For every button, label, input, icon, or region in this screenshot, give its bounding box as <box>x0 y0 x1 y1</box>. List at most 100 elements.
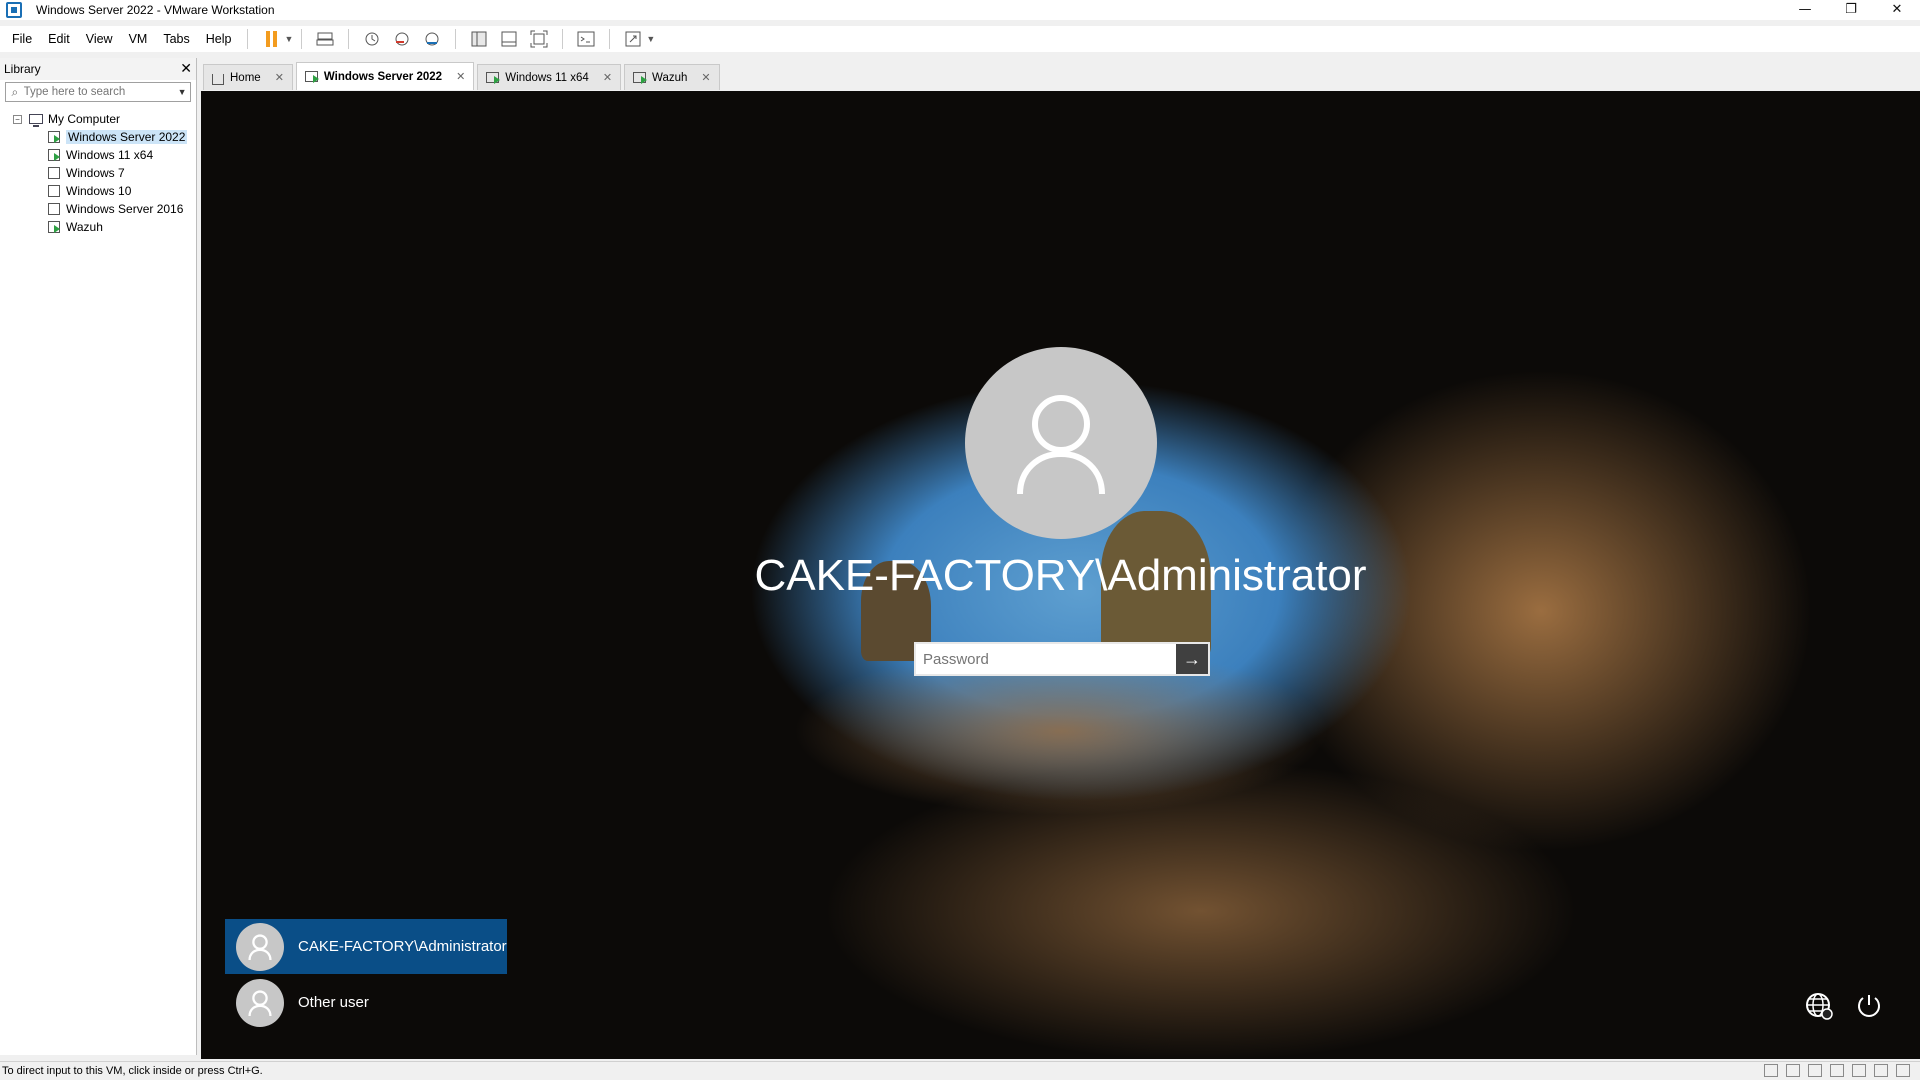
tab-close-icon[interactable]: ✕ <box>701 71 710 84</box>
menu-file[interactable]: File <box>4 32 40 46</box>
full-screen-icon <box>530 30 548 48</box>
tab-label: Windows Server 2022 <box>323 70 443 83</box>
vm-console[interactable]: CAKE-FACTORY\Administrator → CAKE-FACTOR… <box>201 91 1920 1059</box>
menu-toolbar-bar: File Edit View VM Tabs Help ▼ ▼ <box>0 26 1920 52</box>
display-icon[interactable] <box>1874 1064 1888 1077</box>
status-bar: To direct input to this VM, click inside… <box>0 1061 1920 1080</box>
revert-snapshot-icon <box>395 32 409 46</box>
tree-item-windows-7[interactable]: Windows 7 <box>0 164 196 182</box>
tree-item-windows-11-x64[interactable]: Windows 11 x64 <box>0 146 196 164</box>
tree-item-label: Windows 11 x64 <box>66 148 154 162</box>
tab-close-icon[interactable]: ✕ <box>603 71 612 84</box>
submit-arrow-button[interactable]: → <box>1176 644 1208 674</box>
title-bar: Windows Server 2022 - VMware Workstation… <box>0 0 1920 20</box>
tree-item-label: Wazuh <box>66 220 103 234</box>
tree-item-label: Windows 10 <box>66 184 132 198</box>
menu-help[interactable]: Help <box>198 32 240 46</box>
snapshot-button[interactable] <box>360 27 384 51</box>
computer-icon <box>29 114 43 127</box>
collapse-icon[interactable]: − <box>13 114 22 124</box>
login-username: CAKE-FACTORY\Administrator <box>754 551 1367 600</box>
status-message: To direct input to this VM, click inside… <box>2 1065 263 1077</box>
tab-label: Home <box>230 71 261 84</box>
tree-item-wazuh[interactable]: Wazuh <box>0 218 196 236</box>
tab-windows-11-x64[interactable]: Windows 11 x64 ✕ <box>477 64 622 90</box>
toolbar-separator <box>247 29 249 49</box>
vm-running-icon <box>486 72 501 84</box>
tab-close-icon[interactable]: ✕ <box>456 70 465 83</box>
restore-button[interactable]: ❐ <box>1828 0 1874 20</box>
menu-edit[interactable]: Edit <box>40 32 78 46</box>
network-adapter-icon[interactable] <box>1808 1064 1822 1077</box>
tab-home[interactable]: Home ✕ <box>203 64 293 90</box>
password-input[interactable] <box>916 644 1176 674</box>
user-silhouette-icon <box>1017 395 1105 495</box>
library-search: ⌕ ▼ <box>5 82 191 102</box>
vm-icon <box>48 203 60 215</box>
close-button[interactable]: ✕ <box>1874 0 1920 20</box>
user-silhouette-icon <box>248 989 272 1016</box>
window-controls: — ❐ ✕ <box>1782 0 1920 20</box>
vm-icon <box>48 167 60 179</box>
snapshot-manager-button[interactable] <box>420 27 444 51</box>
toolbar-separator <box>562 29 564 49</box>
menu-vm[interactable]: VM <box>121 32 156 46</box>
window-title: Windows Server 2022 - VMware Workstation <box>36 3 275 17</box>
send-ctrl-alt-del-button[interactable] <box>313 27 337 51</box>
vm-running-icon <box>48 221 60 233</box>
tree-root-my-computer[interactable]: − My Computer <box>0 110 196 128</box>
vm-running-icon <box>48 149 60 161</box>
user-avatar-small <box>236 922 284 971</box>
toolbar-separator <box>301 29 303 49</box>
keyboard-icon <box>316 32 334 46</box>
tab-close-icon[interactable]: ✕ <box>275 71 284 84</box>
tree-root-label: My Computer <box>48 112 121 126</box>
tree-item-windows-server-2016[interactable]: Windows Server 2016 <box>0 200 196 218</box>
menu-tabs[interactable]: Tabs <box>155 32 197 46</box>
power-dropdown-icon[interactable]: ▼ <box>284 34 293 44</box>
tree-item-label: Windows 7 <box>66 166 125 180</box>
hard-disk-icon[interactable] <box>1764 1064 1778 1077</box>
vm-running-icon <box>304 71 319 83</box>
cd-dvd-icon[interactable] <box>1786 1064 1800 1077</box>
library-title: Library <box>4 62 41 76</box>
toolbar-separator <box>609 29 611 49</box>
power-button[interactable] <box>1852 989 1886 1023</box>
pause-icon <box>265 31 277 47</box>
stretch-guest-button[interactable] <box>621 27 645 51</box>
menu-view[interactable]: View <box>78 32 121 46</box>
console-view-button[interactable] <box>574 27 598 51</box>
thumbnail-bar-icon <box>501 31 517 47</box>
usb-icon[interactable] <box>1830 1064 1844 1077</box>
library-search-input[interactable] <box>23 86 178 98</box>
search-dropdown-icon[interactable]: ▼ <box>178 87 190 97</box>
minimize-button[interactable]: — <box>1782 0 1828 20</box>
tree-item-windows-server-2022[interactable]: Windows Server 2022 <box>0 128 196 146</box>
user-entry-label: Other user <box>298 994 369 1011</box>
user-avatar-small <box>236 978 284 1027</box>
sound-icon[interactable] <box>1852 1064 1866 1077</box>
accessibility-button[interactable] <box>1802 989 1836 1023</box>
toolbar-separator <box>455 29 457 49</box>
library-close-icon[interactable]: ✕ <box>180 61 192 77</box>
library-header: Library ✕ <box>0 58 196 80</box>
user-avatar <box>965 347 1157 539</box>
pause-button[interactable] <box>259 27 283 51</box>
vm-tabs: Home ✕ Windows Server 2022 ✕ Windows 11 … <box>203 62 723 90</box>
console-icon <box>577 31 595 47</box>
revert-snapshot-button[interactable] <box>390 27 414 51</box>
message-log-icon[interactable] <box>1896 1064 1910 1077</box>
full-screen-button[interactable] <box>527 27 551 51</box>
user-entry-other-user[interactable]: Other user <box>225 975 507 1030</box>
stretch-dropdown-icon[interactable]: ▼ <box>646 34 655 44</box>
tab-windows-server-2022[interactable]: Windows Server 2022 ✕ <box>295 62 475 90</box>
tab-wazuh[interactable]: Wazuh ✕ <box>624 64 720 90</box>
accessibility-globe-icon <box>1806 993 1833 1020</box>
thumbnail-bar-button[interactable] <box>497 27 521 51</box>
power-icon <box>1858 995 1880 1017</box>
user-entry-administrator[interactable]: CAKE-FACTORY\Administrator <box>225 919 507 974</box>
vm-tree: − My Computer Windows Server 2022 Window… <box>0 110 196 236</box>
device-status-icons <box>1764 1064 1910 1077</box>
tree-item-windows-10[interactable]: Windows 10 <box>0 182 196 200</box>
show-library-button[interactable] <box>467 27 491 51</box>
